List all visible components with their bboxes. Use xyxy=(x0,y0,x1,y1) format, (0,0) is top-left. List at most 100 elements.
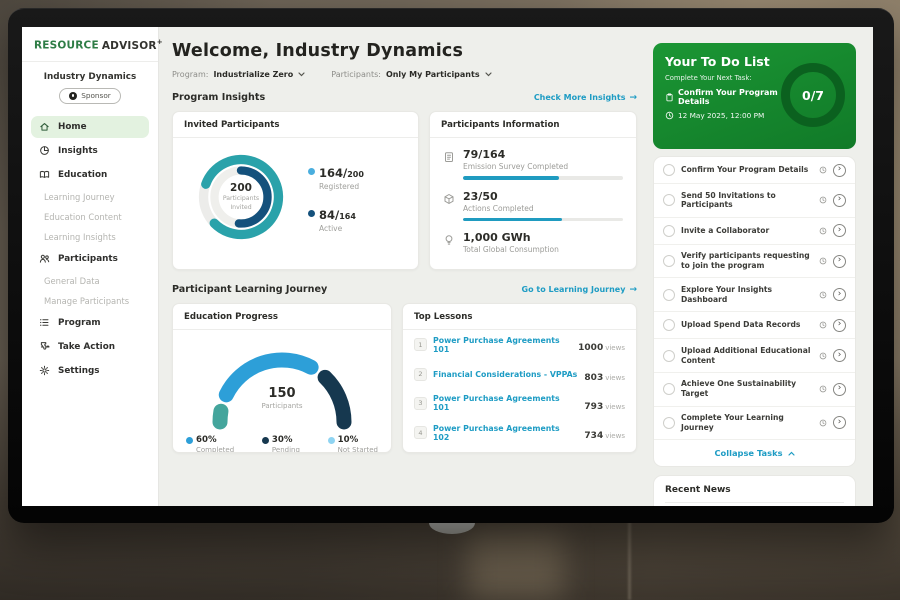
task-checkbox[interactable] xyxy=(663,255,675,267)
sidebar-item-education[interactable]: Education xyxy=(31,164,149,186)
lesson-rank: 3 xyxy=(414,397,427,410)
sidebar-item-learning-journey[interactable]: Learning Journey xyxy=(22,187,158,207)
sidebar-item-insights[interactable]: Insights xyxy=(31,140,149,162)
lesson-title-link[interactable]: Power Purchase Agreements 101 xyxy=(433,394,578,412)
lesson-rank: 2 xyxy=(414,368,427,381)
task-open-button[interactable]: › xyxy=(833,164,846,177)
sponsor-badge: Sponsor xyxy=(59,88,121,104)
participants-information-card: Participants Information 79/164 Emission… xyxy=(429,111,637,270)
lesson-views: 1000 xyxy=(578,343,603,353)
arrow-right-icon: → xyxy=(629,285,637,295)
lesson-row: 2 Financial Considerations - VPPAs 803vi… xyxy=(403,359,636,388)
stat-label: Total Global Consumption xyxy=(463,245,623,254)
sidebar-item-learning-insights[interactable]: Learning Insights xyxy=(22,227,158,247)
lesson-rank: 4 xyxy=(414,426,427,439)
legend-label: Pending xyxy=(272,446,300,453)
task-clock-icon xyxy=(819,166,827,174)
task-row-verify-participants[interactable]: Verify participants requesting to join t… xyxy=(654,245,855,279)
task-checkbox[interactable] xyxy=(663,194,675,206)
sidebar-item-label: Take Action xyxy=(58,342,115,352)
task-row-complete-learning-journey[interactable]: Complete Your Learning Journey › xyxy=(654,407,855,441)
task-open-button[interactable]: › xyxy=(833,383,846,396)
sidebar-item-participants[interactable]: Participants xyxy=(31,248,149,270)
sidebar-item-settings[interactable]: Settings xyxy=(31,360,149,382)
task-row-upload-educational-content[interactable]: Upload Additional Educational Content › xyxy=(654,339,855,373)
task-label: Complete Your Learning Journey xyxy=(681,413,813,433)
lesson-views-label: views xyxy=(605,344,625,352)
sponsor-label: Sponsor xyxy=(81,91,111,100)
task-label: Upload Spend Data Records xyxy=(681,320,813,330)
education-icon xyxy=(39,169,50,180)
task-open-button[interactable]: › xyxy=(833,224,846,237)
lesson-views-label: views xyxy=(605,374,625,382)
task-checkbox[interactable] xyxy=(663,319,675,331)
task-row-achieve-target[interactable]: Achieve One Sustainability Target › xyxy=(654,373,855,407)
sidebar-item-manage-participants[interactable]: Manage Participants xyxy=(22,291,158,311)
program-filter-dropdown[interactable]: Program: Industrialize Zero xyxy=(172,70,305,79)
learning-journey-header: Participant Learning Journey Go to Learn… xyxy=(172,284,637,295)
sidebar-item-home[interactable]: Home xyxy=(31,116,149,138)
task-checkbox[interactable] xyxy=(663,289,675,301)
task-open-button[interactable]: › xyxy=(833,194,846,207)
invited-participants-card: Invited Participants 200 Participants In… xyxy=(172,111,419,270)
education-progress-card: Education Progress 150 Participants 60% … xyxy=(172,303,392,453)
sidebar-item-program[interactable]: Program xyxy=(31,312,149,334)
legend-dot xyxy=(328,437,335,444)
stat-label: Actions Completed xyxy=(463,204,623,213)
task-clock-icon xyxy=(819,321,827,329)
lesson-views-label: views xyxy=(605,432,625,440)
task-checkbox[interactable] xyxy=(663,225,675,237)
task-row-send-invitations[interactable]: Send 50 Invitations to Participants › xyxy=(654,184,855,218)
lesson-rank: 1 xyxy=(414,338,427,351)
legend-value: 164/ xyxy=(319,166,347,180)
lesson-title-link[interactable]: Power Purchase Agreements 102 xyxy=(433,424,578,442)
task-open-button[interactable]: › xyxy=(833,416,846,429)
go-to-learning-journey-link[interactable]: Go to Learning Journey → xyxy=(522,285,637,295)
top-lessons-list: 1 Power Purchase Agreements 101 1000view… xyxy=(403,330,636,453)
home-icon xyxy=(39,121,50,132)
task-open-button[interactable]: › xyxy=(833,288,846,301)
lesson-row: 4 Power Purchase Agreements 102 734views xyxy=(403,418,636,447)
task-open-button[interactable]: › xyxy=(833,319,846,332)
task-open-button[interactable]: › xyxy=(833,255,846,268)
dashboard-screen: RESOURCEADVISOR+ Industry Dynamics Spons… xyxy=(22,27,873,506)
task-row-explore-insights[interactable]: Explore Your Insights Dashboard › xyxy=(654,278,855,312)
legend-pct: 10% xyxy=(338,435,359,445)
task-row-confirm-program[interactable]: Confirm Your Program Details › xyxy=(654,157,855,184)
sidebar-item-general-data[interactable]: General Data xyxy=(22,271,158,291)
page-title: Welcome, Industry Dynamics xyxy=(172,41,637,61)
task-checkbox[interactable] xyxy=(663,350,675,362)
sidebar: RESOURCEADVISOR+ Industry Dynamics Spons… xyxy=(22,27,159,506)
gauge-svg xyxy=(197,338,367,430)
sidebar-item-education-content[interactable]: Education Content xyxy=(22,207,158,227)
legend-total: 164 xyxy=(339,212,356,221)
clock-icon xyxy=(665,111,674,120)
bulb-icon xyxy=(443,231,455,259)
collapse-tasks-link[interactable]: Collapse Tasks xyxy=(654,440,855,466)
participants-icon xyxy=(39,253,50,264)
recent-news-card: Recent News xyxy=(653,475,856,506)
legend-label: Active xyxy=(319,224,364,233)
task-row-invite-collaborator[interactable]: Invite a Collaborator › xyxy=(654,218,855,245)
legend-pct: 60% xyxy=(196,435,217,445)
task-open-button[interactable]: › xyxy=(833,349,846,362)
sidebar-item-take-action[interactable]: Take Action xyxy=(31,336,149,358)
lesson-title-link[interactable]: Power Purchase Agreements 101 xyxy=(433,336,572,354)
task-clock-icon xyxy=(819,291,827,299)
task-checkbox[interactable] xyxy=(663,417,675,429)
todo-progress-value: 0/7 xyxy=(802,88,824,103)
task-row-upload-spend-data[interactable]: Upload Spend Data Records › xyxy=(654,312,855,339)
gauge-legend: 60% Completed 30% Pending 10% Not Starte… xyxy=(173,430,391,453)
task-label: Send 50 Invitations to Participants xyxy=(681,191,813,211)
task-checkbox[interactable] xyxy=(663,383,675,395)
lesson-title-link[interactable]: Financial Considerations - VPPAs xyxy=(433,370,578,379)
check-more-insights-link[interactable]: Check More Insights → xyxy=(534,93,637,103)
participants-filter-dropdown[interactable]: Participants: Only My Participants xyxy=(331,70,491,79)
sponsor-icon xyxy=(69,92,77,100)
monitor-bezel: RESOURCEADVISOR+ Industry Dynamics Spons… xyxy=(8,8,894,523)
task-clock-icon xyxy=(819,257,827,265)
task-checkbox[interactable] xyxy=(663,164,675,176)
stat-global-consumption: 1,000 GWh Total Global Consumption xyxy=(443,231,623,259)
section-title: Participant Learning Journey xyxy=(172,284,327,295)
lesson-views-label: views xyxy=(605,403,625,411)
